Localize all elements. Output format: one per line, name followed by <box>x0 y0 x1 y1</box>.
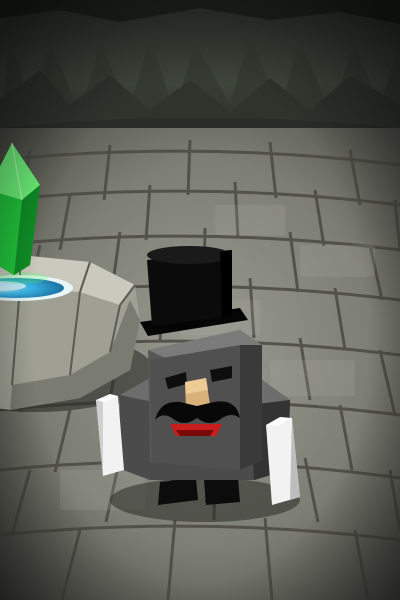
scene-canvas <box>0 0 400 600</box>
game-scene <box>0 0 400 600</box>
vignette-overlay <box>0 0 400 600</box>
